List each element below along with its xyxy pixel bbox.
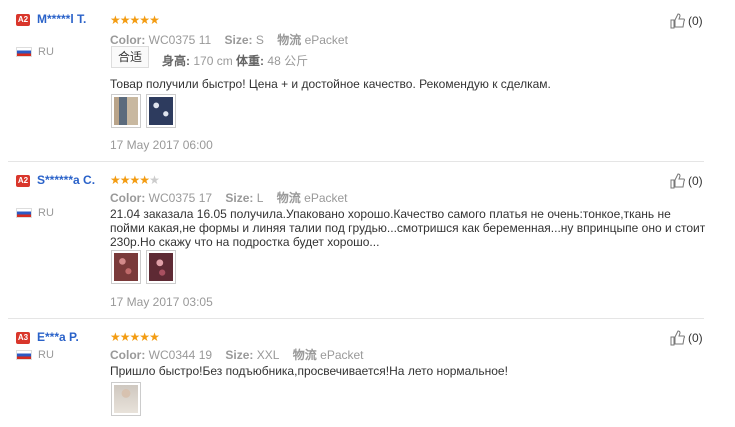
color-value: WC0344 19 — [148, 348, 213, 362]
thumbs-up-icon — [670, 13, 685, 29]
star-icon: ★ — [149, 13, 160, 27]
review-photo[interactable] — [146, 94, 176, 128]
helpful-button[interactable]: (0) — [670, 13, 703, 29]
weight-value: 48 公斤 — [267, 54, 309, 68]
buyer-country: RU — [16, 349, 54, 361]
review-text: Пришло быстро!Без подъюбника,просвечивае… — [110, 364, 508, 378]
review-text: 21.04 заказала 16.05 получила.Упаковано … — [110, 207, 706, 249]
size-label: Size: — [225, 191, 254, 205]
helpful-button[interactable]: (0) — [670, 173, 703, 189]
star-icon: ★ — [119, 173, 131, 187]
color-label: Color: — [110, 348, 146, 362]
star-icon: ★ — [129, 173, 141, 187]
size-label: Size: — [225, 348, 254, 362]
divider — [8, 318, 704, 319]
size-value: L — [256, 191, 264, 205]
size-value: XXL — [256, 348, 280, 362]
height-value: 170 cm — [193, 54, 233, 68]
color-value: WC0375 11 — [148, 33, 212, 47]
buyer-name[interactable]: S******a C. — [16, 173, 106, 188]
star-icon: ★ — [119, 330, 131, 344]
size-label: Size: — [224, 33, 253, 47]
height-label: 身高: — [162, 54, 190, 68]
review-photo[interactable] — [111, 382, 141, 416]
order-attributes: Color: WC0375 17 Size: L 物流 ePacket — [110, 189, 348, 206]
star-icon: ★ — [129, 13, 141, 27]
body-measurements: 身高: 170 cm 体重: 48 公斤 — [162, 52, 308, 69]
size-value: S — [255, 33, 264, 47]
helpful-count: (0) — [688, 14, 703, 28]
thumbs-up-icon — [670, 173, 685, 189]
review-date: 17 May 2017 06:00 — [110, 138, 213, 152]
star-icon: ★ — [119, 13, 131, 27]
review-photo[interactable] — [146, 250, 176, 284]
shipping-value: ePacket — [320, 348, 364, 362]
star-icon: ★ — [139, 330, 150, 344]
star-icon: ★ — [110, 173, 121, 187]
rating-stars: ★ ★ ★ ★ ★ — [110, 173, 160, 187]
review-text: Товар получили быстро! Цена + и достойно… — [110, 77, 551, 91]
country-code: RU — [38, 46, 54, 58]
russia-flag-icon — [16, 208, 32, 218]
star-icon: ★ — [139, 13, 150, 27]
rating-stars: ★ ★ ★ ★ ★ — [110, 13, 160, 27]
helpful-count: (0) — [688, 174, 703, 188]
buyer-name[interactable]: E***a P. — [16, 330, 106, 345]
shipping-label: 物流 — [292, 348, 317, 362]
buyer-country: RU — [16, 46, 54, 58]
buyer-country: RU — [16, 207, 54, 219]
shipping-value: ePacket — [304, 33, 348, 47]
country-code: RU — [38, 349, 54, 361]
thumbs-up-icon — [670, 330, 685, 346]
order-attributes: Color: WC0344 19 Size: XXL 物流 ePacket — [110, 346, 364, 363]
review-date: 17 May 2017 03:05 — [110, 295, 213, 309]
divider — [8, 161, 704, 162]
review-photo[interactable] — [111, 250, 141, 284]
country-code: RU — [38, 207, 54, 219]
star-icon: ★ — [129, 330, 141, 344]
shipping-value: ePacket — [304, 191, 348, 205]
helpful-button[interactable]: (0) — [670, 330, 703, 346]
star-icon: ★ — [149, 173, 160, 187]
star-icon: ★ — [139, 173, 150, 187]
russia-flag-icon — [16, 47, 32, 57]
shipping-label: 物流 — [277, 33, 302, 47]
fit-tag: 合适 — [111, 46, 150, 68]
star-icon: ★ — [149, 330, 160, 344]
weight-label: 体重: — [236, 54, 265, 68]
color-value: WC0375 17 — [148, 191, 213, 205]
russia-flag-icon — [16, 350, 32, 360]
helpful-count: (0) — [688, 331, 703, 345]
review-photo[interactable] — [111, 94, 141, 128]
buyer-name[interactable]: M*****l T. — [16, 12, 106, 27]
color-label: Color: — [110, 191, 146, 205]
color-label: Color: — [110, 33, 146, 47]
shipping-label: 物流 — [276, 191, 301, 205]
star-icon: ★ — [110, 13, 121, 27]
rating-stars: ★ ★ ★ ★ ★ — [110, 330, 160, 344]
star-icon: ★ — [110, 330, 121, 344]
